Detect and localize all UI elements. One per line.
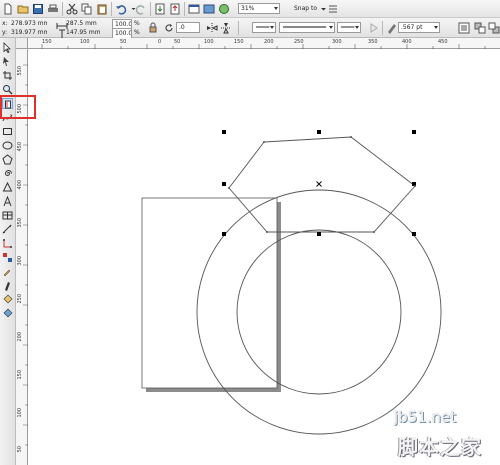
pick-tool-icon[interactable] xyxy=(2,42,13,53)
cut-icon[interactable] xyxy=(66,3,78,15)
welcome-screen-icon[interactable] xyxy=(203,3,215,15)
open-folder-icon[interactable] xyxy=(17,3,29,15)
handle-top-left xyxy=(222,130,226,134)
hruler-label: 300 xyxy=(332,39,342,45)
vruler-label: 100 xyxy=(17,408,23,418)
undo-dropdown-icon[interactable] xyxy=(128,3,136,15)
shape-tool-icon[interactable] xyxy=(2,56,13,67)
ellipse-tool-icon[interactable] xyxy=(2,140,13,151)
handle-top-right xyxy=(412,130,416,134)
hruler-label: 200 xyxy=(264,39,274,45)
standard-toolbar: 31% Snap to xyxy=(0,0,500,18)
ruler-origin-corner[interactable] xyxy=(16,38,28,49)
mirror-vertical-icon[interactable] xyxy=(220,22,232,34)
vruler-label: 450 xyxy=(17,142,23,152)
mirror-horizontal-icon[interactable] xyxy=(206,22,218,34)
zoom-level-value: 31% xyxy=(241,5,255,12)
vruler-label: 250 xyxy=(17,294,23,304)
new-document-icon[interactable] xyxy=(2,3,14,15)
save-icon[interactable] xyxy=(32,3,44,15)
wrap-text-icon[interactable] xyxy=(458,22,470,34)
hruler-label: 400 xyxy=(402,39,412,45)
handle-top-center xyxy=(317,130,321,134)
zoom-level-dropdown[interactable]: 31% xyxy=(238,3,280,14)
handle-bottom-center xyxy=(317,232,321,236)
polygon-tool-icon[interactable] xyxy=(2,154,13,165)
print-icon[interactable] xyxy=(47,3,59,15)
close-curve-icon[interactable] xyxy=(368,22,380,34)
property-bar: x: 278.973 mm y: 319.977 mm 287.5 mm 147… xyxy=(0,18,500,41)
connector-tool-icon[interactable] xyxy=(2,238,13,249)
redo-icon[interactable] xyxy=(135,3,147,15)
copy-icon[interactable] xyxy=(81,3,93,15)
handle-bottom-right xyxy=(412,232,416,236)
to-front-icon[interactable] xyxy=(474,22,486,34)
x-position-label: x: xyxy=(2,20,8,27)
vruler-label: 550 xyxy=(17,66,23,76)
snap-to-dropdown-icon[interactable] xyxy=(318,3,326,15)
outline-width-dropdown[interactable]: .567 pt xyxy=(398,22,440,33)
height-icon xyxy=(56,29,65,41)
vruler-label: 300 xyxy=(17,256,23,266)
rotation-center-marker[interactable] xyxy=(316,181,322,187)
dimension-tool-icon[interactable] xyxy=(2,224,13,235)
percent-x-label: % xyxy=(134,20,140,27)
crop-tool-icon[interactable] xyxy=(2,70,13,81)
export-icon[interactable] xyxy=(169,3,181,15)
vruler-label: 200 xyxy=(17,332,23,342)
vruler-label: 150 xyxy=(17,370,23,380)
table-tool-icon[interactable] xyxy=(2,210,13,221)
width-icon xyxy=(56,20,68,29)
options-icon[interactable] xyxy=(327,3,339,15)
hruler-label: 50 xyxy=(120,39,127,45)
line-style-dropdown[interactable] xyxy=(279,22,335,33)
outline-width-value: .567 pt xyxy=(401,24,423,31)
vruler-label: 350 xyxy=(17,218,23,228)
paste-icon[interactable] xyxy=(96,3,108,15)
blend-tool-icon[interactable] xyxy=(2,252,13,263)
hruler-label: 250 xyxy=(294,39,304,45)
to-back-icon[interactable] xyxy=(488,22,500,34)
rotation-angle-field[interactable]: .0 xyxy=(176,22,200,33)
hruler-label: 450 xyxy=(438,39,448,45)
handle-middle-left xyxy=(222,182,226,186)
page-border[interactable] xyxy=(141,197,278,389)
outline-width-icon xyxy=(386,22,398,34)
hruler-label: 100 xyxy=(204,39,214,45)
corel-online-icon[interactable] xyxy=(218,3,230,15)
watermark-site-name: 脚本之家 xyxy=(398,435,482,459)
vruler-label: 50 xyxy=(17,446,23,453)
drawing-canvas[interactable] xyxy=(29,50,500,465)
tool-highlight-box xyxy=(0,95,36,119)
horizontal-ruler[interactable]: 150 100 50 0 50 100 150 200 250 300 350 … xyxy=(28,38,500,49)
fill-tool-icon[interactable] xyxy=(2,294,13,305)
hruler-label: 0 xyxy=(158,39,162,45)
hruler-label: 150 xyxy=(234,39,244,45)
rotation-icon xyxy=(163,22,175,34)
undo-icon[interactable] xyxy=(115,3,127,15)
hruler-label: 350 xyxy=(368,39,378,45)
percent-y-label: % xyxy=(134,29,140,36)
application-launcher-icon[interactable] xyxy=(188,3,200,15)
lock-ratio-icon[interactable] xyxy=(147,22,159,34)
start-arrowhead-dropdown[interactable] xyxy=(252,22,276,33)
hruler-label: 150 xyxy=(42,39,52,45)
snap-to-label[interactable]: Snap to xyxy=(294,5,317,13)
basic-shapes-tool-icon[interactable] xyxy=(2,182,13,193)
import-icon[interactable] xyxy=(154,3,166,15)
zoom-tool-icon[interactable] xyxy=(2,84,13,95)
handle-bottom-left xyxy=(222,232,226,236)
eyedropper-tool-icon[interactable] xyxy=(2,266,13,277)
end-arrowhead-dropdown[interactable] xyxy=(337,22,361,33)
outline-pen-tool-icon[interactable] xyxy=(2,280,13,291)
vruler-label: 400 xyxy=(17,180,23,190)
watermark-url: jb51.net xyxy=(394,408,457,426)
text-tool-icon[interactable] xyxy=(2,196,13,207)
hruler-label: 100 xyxy=(80,39,90,45)
interactive-fill-tool-icon[interactable] xyxy=(2,308,13,319)
hruler-label: 50 xyxy=(174,39,181,45)
rectangle-tool-icon[interactable] xyxy=(2,126,13,137)
spiral-tool-icon[interactable] xyxy=(2,168,13,179)
y-position-label: y: xyxy=(2,29,8,36)
